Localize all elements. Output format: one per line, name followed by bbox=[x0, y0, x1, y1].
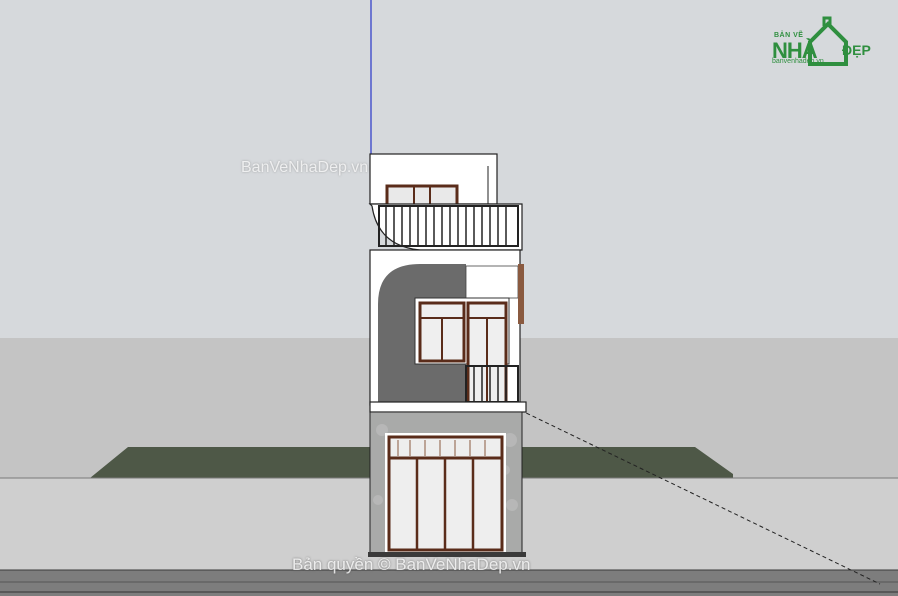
logo-url-text: banvenhadep.vn bbox=[772, 58, 824, 65]
watermark-bottom: Bản quyền © BanVeNhaDep.vn bbox=[292, 555, 531, 574]
3d-viewport[interactable] bbox=[0, 0, 898, 596]
watermark-top: BanVeNhaDep.vn bbox=[241, 159, 369, 176]
logo-suffix-text: ĐẸP bbox=[842, 42, 871, 58]
house-model[interactable] bbox=[368, 153, 527, 557]
site-logo: BẢN VẼ NHÀ ĐẸP banvenhadep.vn bbox=[772, 12, 882, 66]
